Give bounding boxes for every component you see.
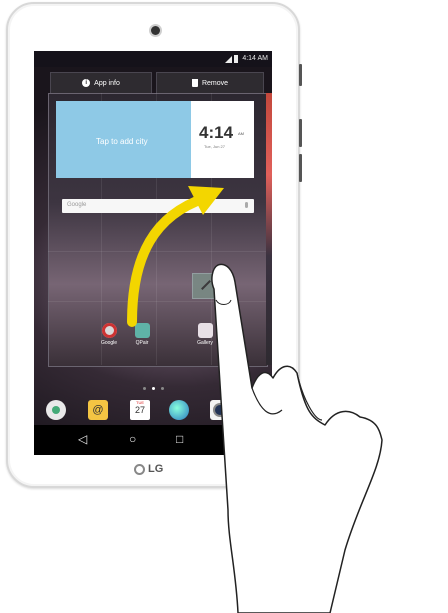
gesture-overlay [127,186,383,613]
drag-arrow-shaft [127,193,210,327]
pointing-hand-icon [211,263,383,613]
